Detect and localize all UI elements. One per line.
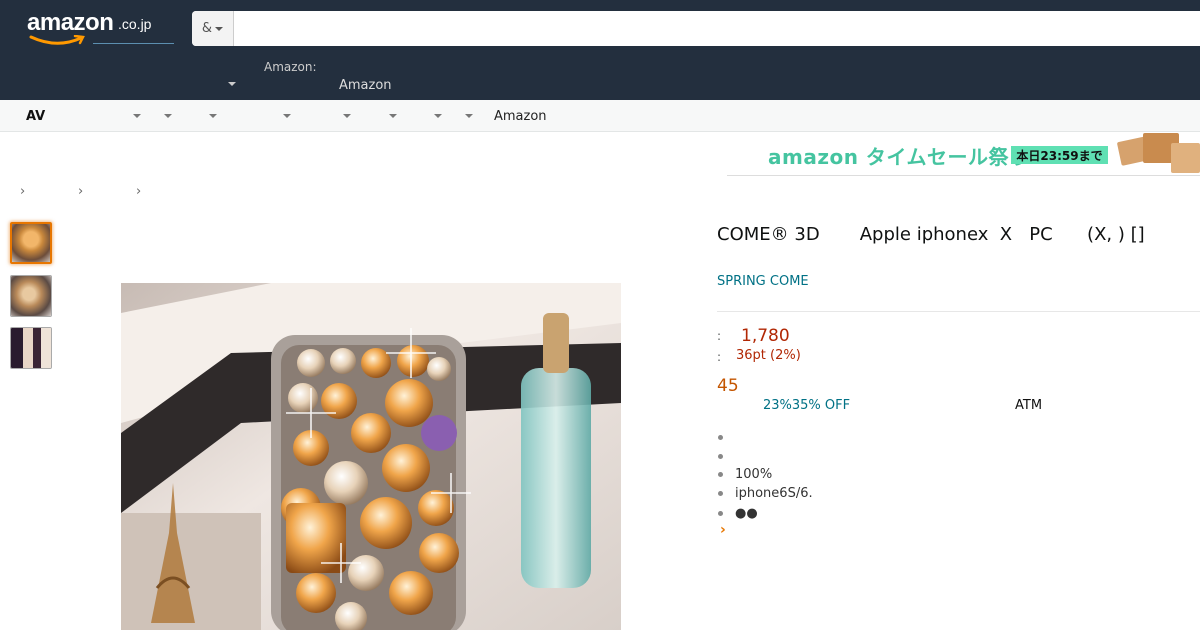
- box-illustration: [1171, 143, 1200, 173]
- search-category-dropdown[interactable]: &: [192, 11, 234, 46]
- chevron-down-icon[interactable]: [434, 114, 442, 118]
- chevron-down-icon[interactable]: [209, 114, 217, 118]
- logo-underline: [93, 43, 174, 44]
- banner-badge: 本日23:59まで: [1011, 146, 1108, 164]
- chevron-down-icon[interactable]: [133, 114, 141, 118]
- feature-bullet-text: iphone6S/6.: [735, 486, 813, 501]
- banner-title: amazon タイムセール祭り: [768, 145, 1030, 169]
- subnav-bar: AV Amazon: [0, 100, 1200, 132]
- smile-arrow-icon: [29, 35, 85, 45]
- logo-wordmark: amazon: [27, 9, 114, 36]
- bullet-dot: [718, 454, 723, 459]
- thumbnail-1[interactable]: [10, 222, 52, 264]
- search-bar: &: [192, 11, 1200, 46]
- subnav-item-amazon[interactable]: Amazon: [494, 109, 547, 124]
- bullet-dot: [718, 491, 723, 496]
- search-category-label: &: [201, 21, 213, 36]
- bullet-dot: [718, 435, 723, 440]
- breadcrumb-separator: ›: [20, 184, 26, 199]
- logo-tld: .co.jp: [118, 16, 152, 32]
- product-title: COME® 3D Apple iphonex X PC (X, ) []: [717, 224, 1145, 245]
- chevron-down-icon[interactable]: [389, 114, 397, 118]
- deal-number: 45: [717, 376, 739, 396]
- subnav-item-av[interactable]: AV: [26, 109, 45, 124]
- product-thumbnail-image: [11, 276, 51, 316]
- price-value: 1,780: [741, 326, 790, 346]
- price-label: :: [717, 329, 722, 343]
- chevron-down-icon[interactable]: [465, 114, 473, 118]
- breadcrumb-separator: ›: [136, 184, 142, 199]
- brand-link[interactable]: SPRING COME: [717, 274, 809, 289]
- main-product-image[interactable]: [121, 283, 621, 630]
- chevron-down-icon[interactable]: [343, 114, 351, 118]
- chevron-down-icon[interactable]: [164, 114, 172, 118]
- feature-bullet-text: 100%: [735, 467, 773, 482]
- nav-account-link[interactable]: Amazon: [339, 78, 392, 93]
- atm-text: ATM: [1015, 398, 1043, 413]
- bullet-dot: [718, 511, 723, 516]
- thumbnail-2[interactable]: [10, 275, 52, 317]
- chevron-right-icon[interactable]: ›: [720, 522, 726, 538]
- search-input[interactable]: [234, 11, 1200, 46]
- product-thumbnail-image: [11, 328, 51, 368]
- chevron-down-icon: [215, 26, 224, 31]
- nav-account-label[interactable]: Amazon:: [264, 60, 317, 74]
- nav-header: amazon .co.jp & Amazon: Amazon: [0, 0, 1200, 100]
- product-photo: [121, 283, 621, 630]
- amazon-logo[interactable]: amazon .co.jp: [27, 9, 174, 49]
- chevron-down-icon[interactable]: [283, 114, 291, 118]
- chevron-down-icon[interactable]: [228, 82, 236, 86]
- thumbnail-3[interactable]: [10, 327, 52, 369]
- bullet-dot: [718, 472, 723, 477]
- promo-banner[interactable]: amazon タイムセール祭り 本日23:59まで: [727, 133, 1200, 176]
- points-label: :: [717, 350, 722, 364]
- breadcrumb-separator: ›: [78, 184, 84, 199]
- divider: [717, 311, 1200, 312]
- discount-link[interactable]: 23%35% OFF: [763, 398, 850, 413]
- product-thumbnail-image: [12, 224, 50, 262]
- feature-bullet-text: ●●: [735, 506, 758, 521]
- points-value: 36pt (2%): [736, 348, 801, 363]
